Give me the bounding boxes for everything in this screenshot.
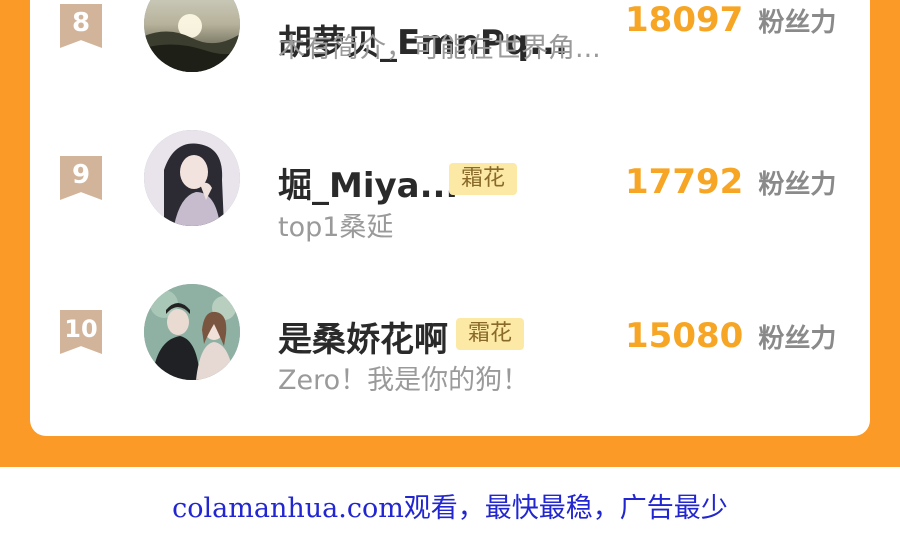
anime-couple-avatar	[144, 284, 240, 380]
fans-score: 17792 粉丝力	[625, 162, 836, 202]
fans-unit-label: 粉丝力	[758, 169, 837, 200]
title-badge: 霜花	[456, 318, 525, 350]
fans-number: 17792	[625, 162, 744, 202]
user-description: 木有简介，可能在世界角...	[278, 33, 601, 64]
rank-badge: 8	[60, 4, 102, 48]
fans-unit-label: 粉丝力	[758, 7, 837, 38]
leaderboard-row[interactable]: 8 胡萝贝_EmnPq... 木有简介，可能在世界角... 18097 粉丝力	[30, 0, 870, 80]
leaderboard-row[interactable]: 10 是桑娇花啊 霜花 Zero！我是你的狗！ 15080 粉丝力	[30, 266, 870, 396]
user-description: Zero！我是你的狗！	[278, 365, 530, 396]
footer-watermark-link[interactable]: colamanhua.com观看，最快最稳，广告最少	[0, 486, 900, 525]
fans-score: 18097 粉丝力	[625, 0, 836, 40]
fans-score: 15080 粉丝力	[625, 316, 836, 356]
user-avatar[interactable]	[144, 0, 240, 72]
fans-number: 18097	[625, 0, 744, 40]
user-avatar[interactable]	[144, 284, 240, 380]
leaderboard-row[interactable]: 9 堀_Miya... 霜花 top1桑延 17792 粉丝力	[30, 112, 870, 243]
user-name[interactable]: 是桑娇花啊	[278, 312, 448, 361]
user-avatar[interactable]	[144, 130, 240, 226]
user-description: top1桑延	[278, 212, 394, 243]
fans-number: 15080	[625, 316, 744, 356]
anime-girl-avatar	[144, 130, 240, 226]
title-badge: 霜花	[449, 163, 518, 195]
sunset-landscape-avatar	[144, 0, 240, 72]
rank-badge: 9	[60, 156, 102, 200]
leaderboard-card: 8 胡萝贝_EmnPq... 木有简介，可能在世界角... 18097 粉丝力 …	[30, 0, 870, 436]
user-name[interactable]: 堀_Miya...	[278, 158, 458, 207]
rank-badge: 10	[60, 310, 102, 354]
fans-unit-label: 粉丝力	[758, 323, 837, 354]
